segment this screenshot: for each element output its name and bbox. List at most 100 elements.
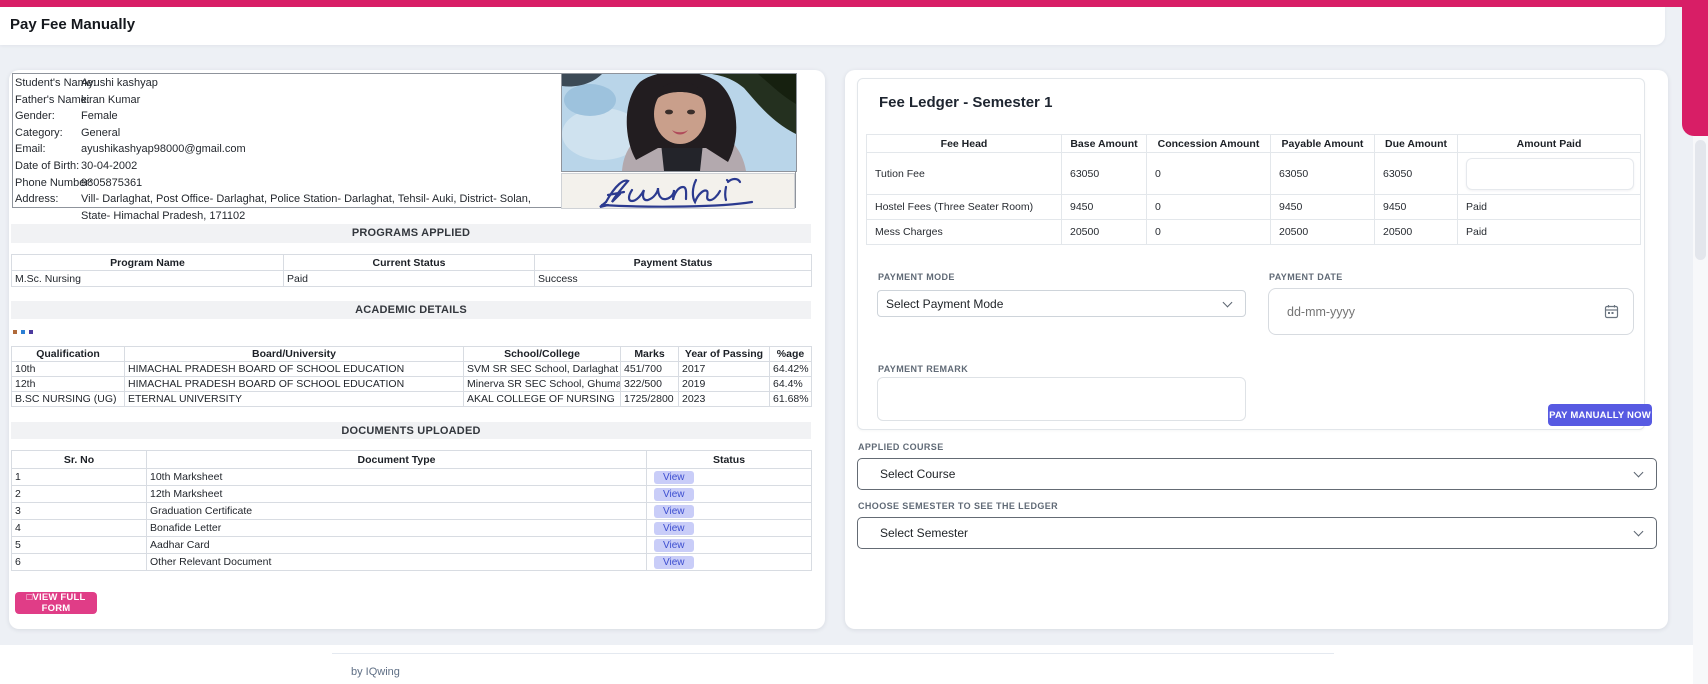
- view-document-button[interactable]: View: [654, 521, 694, 535]
- field-label: Father's Name:: [15, 93, 90, 106]
- field-value: General: [81, 126, 121, 139]
- payment-remark-label: PAYMENT REMARK: [878, 364, 969, 374]
- field-label: Phone Number:: [15, 176, 93, 189]
- documents-uploaded-heading: DOCUMENTS UPLOADED: [11, 422, 811, 439]
- payment-remark-textarea[interactable]: [877, 377, 1246, 421]
- payment-mode-label: PAYMENT MODE: [878, 272, 955, 282]
- field-value: kiran Kumar: [81, 93, 141, 106]
- payment-date-input[interactable]: [1269, 304, 1604, 319]
- paid-status: Paid: [1457, 194, 1641, 220]
- view-document-button[interactable]: View: [654, 555, 694, 569]
- program-name-cell: M.Sc. Nursing: [11, 270, 284, 287]
- field-value: ayushikashyap98000@gmail.com: [81, 143, 246, 156]
- view-full-form-button[interactable]: □VIEW FULL FORM: [15, 592, 97, 614]
- current-status-cell: Paid: [283, 270, 535, 287]
- dot-icon: [29, 330, 33, 334]
- page-title: Pay Fee Manually: [10, 16, 136, 33]
- footer-divider: [332, 653, 1334, 654]
- field-label: Email:: [15, 143, 46, 156]
- fee-ledger-panel: Fee Ledger - Semester 1 Fee Head Base Am…: [857, 78, 1652, 430]
- table-row: 12th HIMACHAL PRADESH BOARD OF SCHOOL EDU…: [11, 376, 812, 392]
- view-document-button[interactable]: View: [654, 470, 694, 484]
- payment-status-cell: Success: [534, 270, 812, 287]
- table-row: M.Sc. Nursing Paid Success: [11, 270, 812, 287]
- col-marks: Marks: [620, 346, 679, 362]
- field-value: Vill- Darlaghat, Post Office- Darlaghat,…: [81, 193, 531, 222]
- fee-ledger-heading: Fee Ledger - Semester 1: [879, 94, 1053, 111]
- dot-icon: [13, 330, 17, 334]
- page-footer: by IQwing: [0, 645, 1708, 684]
- choose-semester-label: CHOOSE SEMESTER TO SEE THE LEDGER: [858, 501, 1059, 511]
- table-header-row: Program Name Current Status Payment Stat…: [11, 254, 812, 271]
- detail-row: Email: ayushikashyap98000@gmail.com: [15, 141, 560, 158]
- field-label: Student's Name:: [15, 77, 96, 89]
- view-document-button[interactable]: View: [654, 487, 694, 501]
- footer-credit: by IQwing: [351, 666, 400, 678]
- payment-date-field[interactable]: [1268, 288, 1634, 335]
- table-row: 5 Aadhar Card View: [11, 536, 812, 554]
- calendar-icon[interactable]: [1604, 304, 1619, 319]
- applied-course-label: APPLIED COURSE: [858, 442, 944, 452]
- fee-ledger-table: Fee Head Base Amount Concession Amount P…: [866, 134, 1641, 245]
- payment-mode-value: Select Payment Mode: [886, 296, 1004, 311]
- field-value: Female: [81, 110, 118, 123]
- col-school-college: School/College: [463, 346, 621, 362]
- right-accent-strip: [1682, 0, 1708, 136]
- col-amount-paid: Amount Paid: [1457, 134, 1641, 153]
- table-row: 3 Graduation Certificate View: [11, 502, 812, 520]
- col-program-name: Program Name: [11, 254, 284, 271]
- field-value: 9805875361: [81, 176, 143, 189]
- scrollbar[interactable]: [1693, 136, 1708, 684]
- detail-row: Phone Number: 9805875361: [15, 175, 560, 192]
- field-label: Gender:: [15, 110, 55, 123]
- applied-course-value: Select Course: [880, 467, 956, 481]
- col-sr-no: Sr. No: [11, 450, 147, 469]
- col-percentage: %age: [769, 346, 812, 362]
- detail-row: Gender: Female: [15, 108, 560, 125]
- table-row: 10th HIMACHAL PRADESH BOARD OF SCHOOL EDU…: [11, 361, 812, 377]
- col-payment-status: Payment Status: [534, 254, 812, 271]
- fee-ledger-card: Fee Ledger - Semester 1 Fee Head Base Am…: [845, 70, 1668, 629]
- table-row: Tution Fee 63050 0 63050 63050: [866, 152, 1641, 195]
- programs-applied-heading: PROGRAMS APPLIED: [11, 224, 811, 243]
- dot-icon: [21, 330, 25, 334]
- signature-illustration: [599, 177, 754, 208]
- view-document-button[interactable]: View: [654, 538, 694, 552]
- field-label: Date of Birth:: [15, 159, 80, 172]
- academic-details-heading: ACADEMIC DETAILS: [11, 301, 811, 319]
- view-document-button[interactable]: View: [654, 504, 694, 518]
- student-photo-illustration: [562, 74, 796, 171]
- student-photo: [561, 73, 797, 172]
- detail-row: Date of Birth: 30-04-2002: [15, 158, 560, 175]
- table-row: Mess Charges 20500 0 20500 20500 Paid: [866, 219, 1641, 245]
- applied-course-select[interactable]: Select Course: [857, 458, 1657, 490]
- col-fee-head: Fee Head: [866, 134, 1062, 153]
- pay-manually-now-button[interactable]: PAY MANUALLY NOW: [1548, 404, 1652, 426]
- col-qualification: Qualification: [11, 346, 125, 362]
- payment-mode-select[interactable]: Select Payment Mode: [877, 290, 1246, 317]
- student-detail-rows: Student's Name: Ayushi kashyap Father's N…: [15, 75, 560, 224]
- amount-paid-input[interactable]: [1466, 157, 1634, 190]
- col-due-amount: Due Amount: [1374, 134, 1458, 153]
- col-base-amount: Base Amount: [1061, 134, 1147, 153]
- student-signature: [561, 173, 795, 209]
- student-summary-card: Student's Name: Ayushi kashyap Father's N…: [9, 70, 825, 629]
- programs-table: Program Name Current Status Payment Stat…: [11, 254, 812, 287]
- top-accent-bar: [0, 0, 1708, 7]
- choose-semester-value: Select Semester: [880, 526, 969, 540]
- chevron-down-icon: [1633, 526, 1644, 537]
- col-current-status: Current Status: [283, 254, 535, 271]
- table-row: B.SC NURSING (UG) ETERNAL UNIVERSITY AKAL …: [11, 391, 812, 407]
- col-board-university: Board/University: [124, 346, 464, 362]
- choose-semester-select[interactable]: Select Semester: [857, 517, 1657, 549]
- paid-status: Paid: [1457, 219, 1641, 245]
- detail-row: Student's Name: Ayushi kashyap: [15, 75, 560, 92]
- table-header-row: Fee Head Base Amount Concession Amount P…: [866, 134, 1641, 153]
- table-header-row: Sr. No Document Type Status: [11, 450, 812, 469]
- detail-row: Father's Name: kiran Kumar: [15, 92, 560, 109]
- table-row: 6 Other Relevant Document View: [11, 553, 812, 571]
- table-row: 4 Bonafide Letter View: [11, 519, 812, 537]
- col-status: Status: [646, 450, 812, 469]
- table-row: 2 12th Marksheet View: [11, 485, 812, 503]
- scrollbar-thumb[interactable]: [1695, 140, 1706, 260]
